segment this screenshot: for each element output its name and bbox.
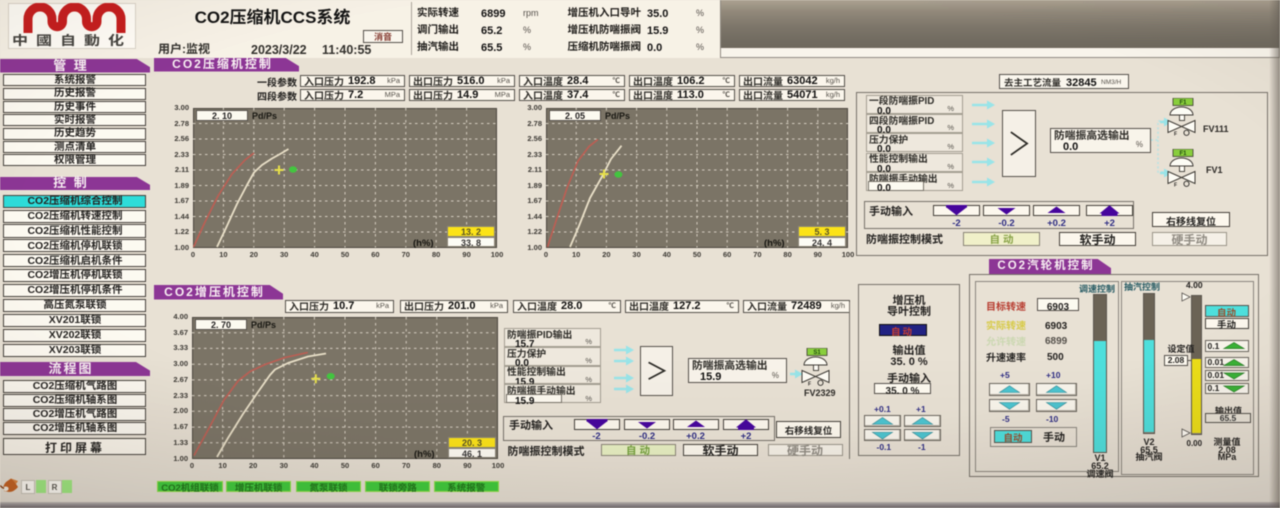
svg-text:F1: F1 bbox=[1179, 149, 1187, 157]
svg-text:S1: S1 bbox=[813, 348, 821, 356]
svg-text:F1: F1 bbox=[1179, 98, 1187, 106]
svg-text:F: F bbox=[1174, 131, 1177, 137]
svg-text:F: F bbox=[1174, 182, 1177, 188]
